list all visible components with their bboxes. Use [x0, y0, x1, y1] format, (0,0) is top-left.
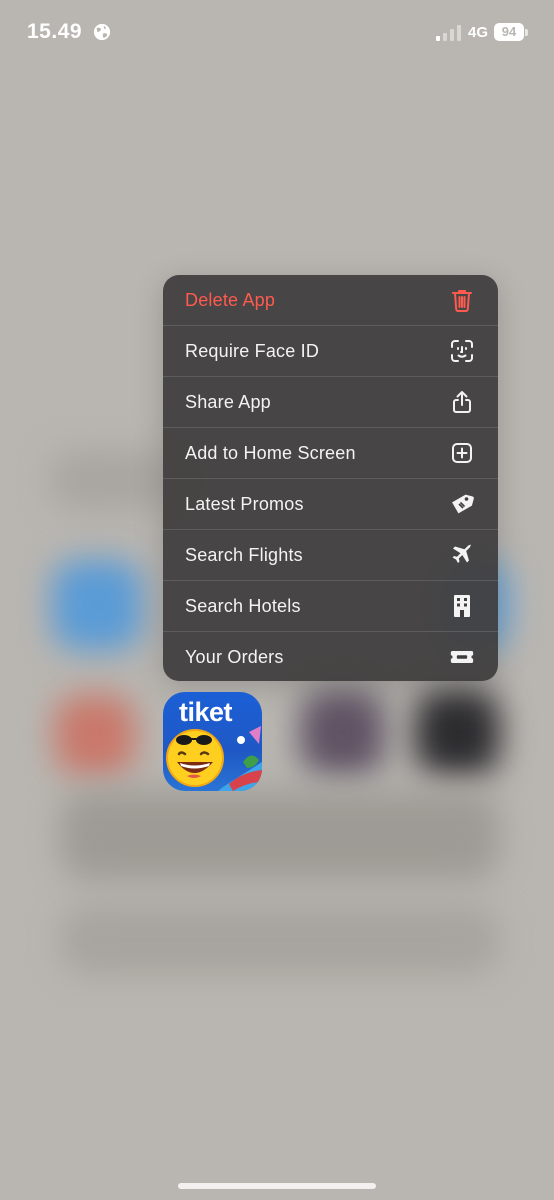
battery-cap: [525, 29, 528, 36]
face-id-icon: [450, 339, 474, 363]
menu-item-label: Search Flights: [185, 544, 303, 565]
menu-item-label: Add to Home Screen: [185, 442, 356, 463]
network-type: 4G: [468, 24, 489, 41]
menu-item-label: Your Orders: [185, 646, 284, 667]
trash-icon: [450, 288, 474, 312]
menu-item-search-hotels[interactable]: Search Hotels: [163, 581, 498, 632]
battery-level: 94: [501, 24, 517, 39]
menu-item-label: Search Hotels: [185, 595, 301, 616]
plus-square-icon: [450, 441, 474, 465]
menu-item-add-to-home-screen[interactable]: Add to Home Screen: [163, 428, 498, 479]
menu-item-your-orders[interactable]: Your Orders: [163, 632, 498, 681]
menu-item-label: Require Face ID: [185, 340, 320, 361]
share-icon: [450, 390, 474, 414]
ticket-icon: [450, 645, 474, 669]
menu-item-delete-app[interactable]: Delete App: [163, 275, 498, 326]
smiley-mascot-icon: [166, 726, 262, 791]
menu-item-label: Share App: [185, 391, 271, 412]
menu-item-label: Delete App: [185, 289, 276, 310]
blurred-app-icon: [55, 695, 135, 775]
menu-item-search-flights[interactable]: Search Flights: [163, 530, 498, 581]
tiket-app-icon[interactable]: tiket: [163, 692, 262, 791]
status-time: 15.49: [27, 20, 83, 43]
blurred-app-icon: [52, 560, 142, 650]
app-context-menu: Delete App Require Face ID Share App Add…: [163, 275, 498, 681]
building-icon: [450, 594, 474, 618]
signal-icon: [436, 25, 461, 41]
menu-item-label: Latest Promos: [185, 493, 304, 514]
blurred-app-icon: [415, 690, 500, 775]
globe-icon: [93, 23, 111, 41]
blurred-app-icon: [300, 690, 385, 775]
blurred-widget: [60, 790, 500, 880]
tag-icon: [450, 492, 474, 516]
home-indicator[interactable]: [178, 1183, 376, 1189]
airplane-icon: [450, 543, 474, 567]
battery-icon: 94: [494, 23, 528, 42]
menu-item-share-app[interactable]: Share App: [163, 377, 498, 428]
status-bar: 15.49 4G 94: [0, 0, 554, 66]
menu-item-require-face-id[interactable]: Require Face ID: [163, 326, 498, 377]
menu-item-latest-promos[interactable]: Latest Promos: [163, 479, 498, 530]
blurred-dock: [60, 905, 500, 975]
blurred-widget: [50, 450, 180, 510]
